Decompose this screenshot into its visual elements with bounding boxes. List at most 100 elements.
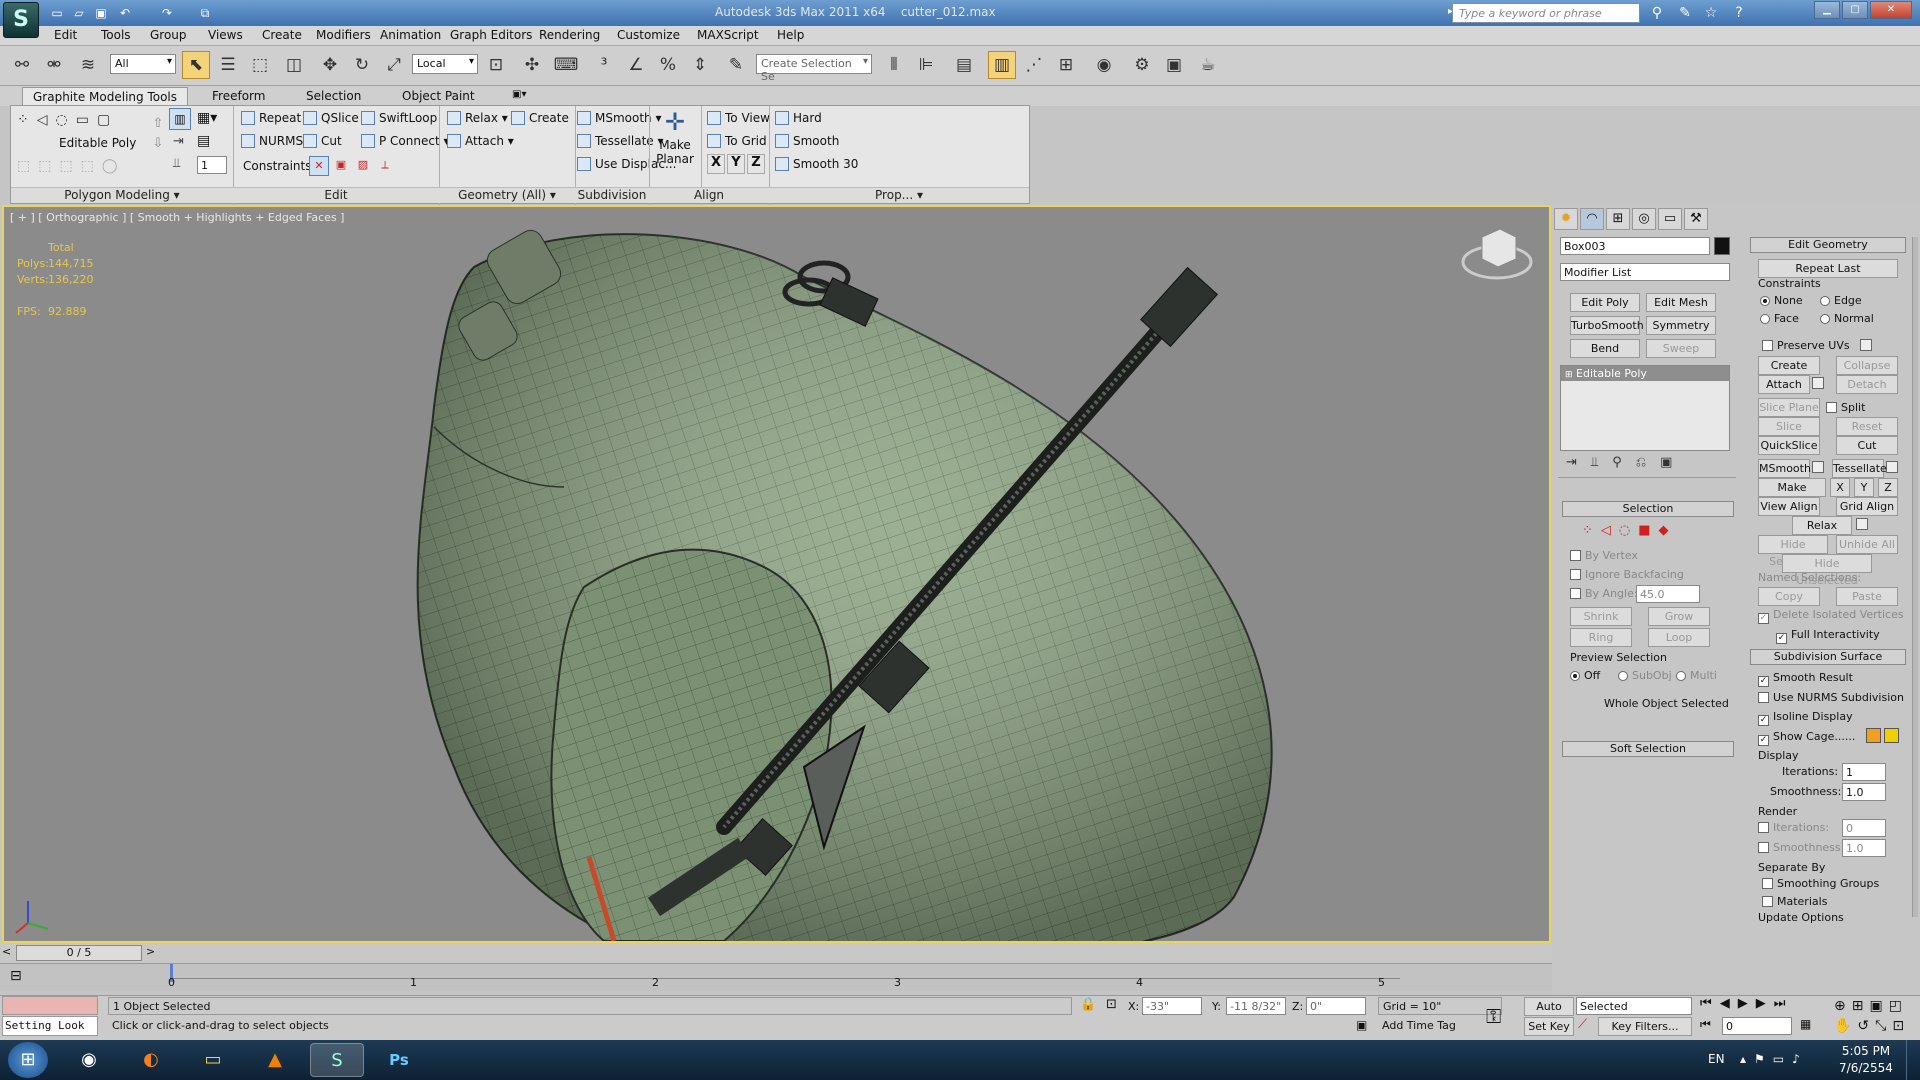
new-file-icon[interactable]: ▭: [48, 4, 66, 22]
subobject-icons[interactable]: ⁘◁◌■◆: [1582, 523, 1677, 538]
material-editor-icon[interactable]: ◉: [1090, 51, 1118, 79]
align-y-button[interactable]: Y: [727, 154, 745, 174]
make-planar-geometry-button[interactable]: Make Planar: [1758, 478, 1826, 511]
qslice-button[interactable]: QSlice: [303, 108, 359, 128]
constraint-normal-radio[interactable]: Normal: [1820, 312, 1874, 325]
menu-modifiers[interactable]: Modifiers: [316, 28, 371, 42]
menu-help[interactable]: Help: [777, 28, 804, 42]
preview-off-radio[interactable]: Off: [1570, 669, 1600, 682]
msmooth-geometry-button[interactable]: MSmooth: [1758, 459, 1811, 478]
cage-color-1-swatch[interactable]: [1866, 728, 1881, 743]
keyboard-shortcut-icon[interactable]: ⌨: [552, 51, 580, 79]
relax-button[interactable]: Relax ▾: [447, 108, 508, 128]
shrink-button[interactable]: Shrink: [1570, 607, 1632, 626]
snaps-toggle-icon[interactable]: ³: [590, 51, 618, 79]
time-slider-thumb[interactable]: 0 / 5: [16, 945, 142, 961]
constraint-face-icon[interactable]: ▨: [353, 156, 373, 176]
by-vertex-checkbox[interactable]: By Vertex: [1570, 549, 1638, 562]
app-logo-icon[interactable]: S: [3, 2, 39, 38]
turbosmooth-button[interactable]: TurboSmooth: [1570, 316, 1644, 335]
copy-button[interactable]: Copy: [1758, 587, 1820, 606]
select-by-name-icon[interactable]: ☰: [214, 51, 242, 79]
constraint-edge-radio[interactable]: Edge: [1820, 294, 1862, 307]
key-mode-dropdown[interactable]: Selected: [1576, 997, 1692, 1015]
clock-date[interactable]: 7/6/2554: [1836, 1061, 1896, 1075]
absolute-mode-icon[interactable]: ⊡: [1106, 997, 1117, 1012]
view-align-button[interactable]: View Align: [1758, 497, 1820, 516]
star-icon[interactable]: ☆: [1700, 3, 1722, 23]
make-planar-button[interactable]: Make Planar: [653, 138, 697, 166]
menu-tools[interactable]: Tools: [101, 28, 131, 42]
close-button[interactable]: ✕: [1870, 1, 1912, 19]
minimize-button[interactable]: ▁: [1814, 1, 1840, 19]
constraint-none-radio[interactable]: None: [1760, 294, 1803, 307]
angle-field[interactable]: 45.0: [1636, 585, 1700, 603]
align-z-button[interactable]: Z: [747, 154, 765, 174]
sweep-button[interactable]: Sweep: [1646, 339, 1716, 358]
tray-icons[interactable]: ▴⚑▭♪: [1740, 1052, 1808, 1066]
preserve-uvs-checkbox[interactable]: Preserve UVs: [1762, 339, 1850, 352]
explorer-taskbar-icon[interactable]: ▭: [186, 1043, 240, 1077]
edit-named-selection-icon[interactable]: ✎: [722, 51, 750, 79]
attach-geometry-button[interactable]: Attach: [1758, 375, 1810, 394]
display-smoothness-field[interactable]: 1.0: [1842, 783, 1886, 801]
tessellate-geometry-button[interactable]: Tessellate: [1832, 459, 1887, 478]
attach-settings-icon[interactable]: [1812, 377, 1824, 389]
viewport-navigation-icons[interactable]: ⊕⊞▣◰ ✋↺⤡⊡: [1834, 996, 1910, 1036]
track-bar[interactable]: ⊟ 0 1 2 3 4 5: [0, 963, 1552, 991]
pivot-center-icon[interactable]: ⊡: [482, 51, 510, 79]
viewport-orthographic[interactable]: [ + ] [ Orthographic ] [ Smooth + Highli…: [2, 205, 1551, 943]
stack-item-editable-poly[interactable]: ⊞ Editable Poly: [1561, 366, 1729, 381]
time-slider-prev-icon[interactable]: <: [2, 945, 11, 958]
materials-checkbox[interactable]: Materials: [1762, 895, 1827, 908]
playback-controls-icon[interactable]: ⏮◀▶▶⏭: [1700, 996, 1793, 1011]
repeat-last-button[interactable]: Repeat Last: [1758, 259, 1898, 278]
ignore-backfacing-checkbox[interactable]: Ignore Backfacing: [1570, 568, 1684, 581]
to-grid-button[interactable]: To Grid: [707, 131, 767, 151]
render-iterations-field[interactable]: 0: [1842, 819, 1886, 837]
editable-poly-label[interactable]: Editable Poly: [59, 136, 136, 150]
unhide-all-button[interactable]: Unhide All: [1836, 535, 1898, 554]
render-smoothness-checkbox[interactable]: Smoothness:: [1758, 841, 1844, 854]
cut-geometry-button[interactable]: Cut: [1836, 436, 1898, 455]
relax-geometry-button[interactable]: Relax: [1792, 516, 1852, 535]
command-panel-scrollbar[interactable]: [1912, 237, 1918, 917]
relax-settings-icon[interactable]: [1856, 518, 1868, 530]
edit-poly-button[interactable]: Edit Poly: [1570, 293, 1640, 312]
hide-selected-button[interactable]: Hide Selected: [1758, 535, 1828, 568]
planar-x-button[interactable]: X: [1830, 478, 1850, 497]
edit-geometry-rollout-header[interactable]: Edit Geometry: [1750, 237, 1906, 253]
tessellate-settings-icon[interactable]: [1886, 461, 1898, 473]
display-tab-icon[interactable]: ▭: [1658, 208, 1682, 230]
menu-maxscript[interactable]: MAXScript: [697, 28, 759, 42]
selection-filter-dropdown[interactable]: All: [110, 54, 176, 74]
link-icon[interactable]: ⚯: [8, 51, 36, 79]
bind-space-warp-icon[interactable]: ≋: [74, 51, 102, 79]
y-coord-field[interactable]: -11 8/32": [1226, 997, 1286, 1015]
vlc-taskbar-icon[interactable]: ▲: [248, 1043, 302, 1077]
maxscript-mini-listener[interactable]: Setting Look: [2, 1016, 98, 1036]
ring-button[interactable]: Ring: [1570, 628, 1632, 647]
reference-coordinate-dropdown[interactable]: Local: [412, 54, 478, 74]
object-color-swatch[interactable]: [1714, 237, 1730, 255]
create-geometry-button[interactable]: Create: [1758, 356, 1820, 375]
tessellate-button[interactable]: Tessellate ▾: [577, 131, 664, 151]
heart-mesh-model[interactable]: [4, 207, 1549, 941]
project-folder-icon[interactable]: ⧉: [196, 4, 214, 22]
slice-button[interactable]: Slice: [1758, 417, 1820, 436]
symmetry-button[interactable]: Symmetry: [1646, 316, 1716, 335]
chrome-taskbar-icon[interactable]: ◉: [62, 1043, 116, 1077]
grid-align-button[interactable]: Grid Align: [1836, 497, 1898, 516]
photoshop-taskbar-icon[interactable]: Ps: [372, 1043, 426, 1077]
percent-snap-icon[interactable]: %: [654, 51, 682, 79]
scale-icon[interactable]: ⤢: [380, 51, 408, 79]
window-crossing-icon[interactable]: ◫: [280, 51, 308, 79]
preview-selection-icon[interactable]: ▦▾: [197, 110, 217, 126]
clock-time[interactable]: 5:05 PM: [1836, 1044, 1896, 1058]
angle-snap-icon[interactable]: ∠: [622, 51, 650, 79]
graphite-toggle-icon[interactable]: ▥: [988, 51, 1016, 79]
edit-mesh-button[interactable]: Edit Mesh: [1646, 293, 1716, 312]
rotate-icon[interactable]: ↻: [348, 51, 376, 79]
display-iterations-field[interactable]: 1: [1842, 763, 1886, 781]
show-end-result-icon[interactable]: ▥: [169, 108, 191, 130]
